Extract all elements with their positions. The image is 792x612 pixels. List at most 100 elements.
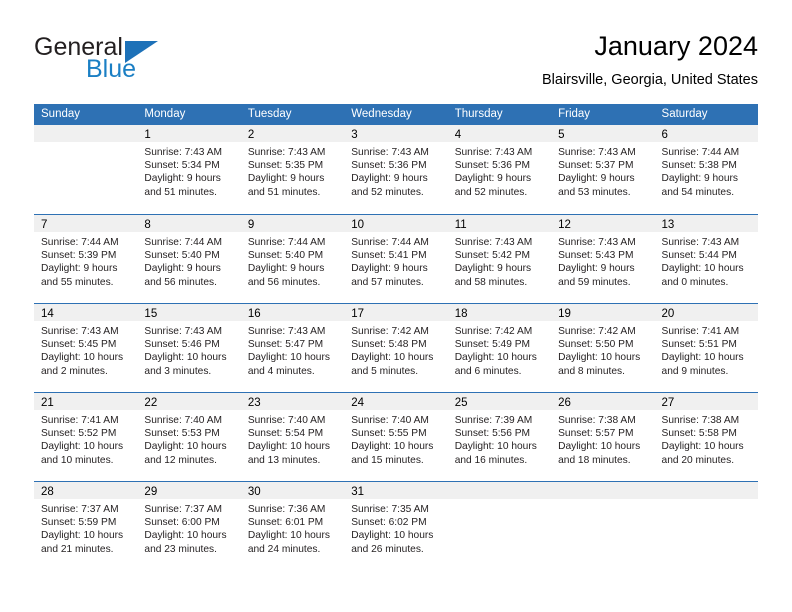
day-number: 20: [661, 308, 675, 320]
day-number: 8: [144, 219, 151, 231]
day-cell[interactable]: 28 Sunrise: 7:37 AM Sunset: 5:59 PM Dayligh…: [34, 482, 138, 569]
daylight-text-line1: Daylight: 9 hours: [454, 173, 532, 185]
weekday-header-tuesday: Tuesday: [247, 108, 292, 120]
weekday-header-wednesday: Wednesday: [351, 108, 412, 120]
day-cell[interactable]: 10 Sunrise: 7:44 AM Sunset: 5:41 PM Dayligh…: [344, 215, 448, 303]
day-details: Sunrise: 7:43 AM Sunset: 5:37 PM Daylight:…: [551, 142, 654, 199]
day-cell[interactable]: 15 Sunrise: 7:43 AM Sunset: 5:46 PM Dayligh…: [137, 304, 241, 392]
day-cell[interactable]: 7 Sunrise: 7:44 AM Sunset: 5:39 PM Daylight…: [34, 215, 138, 303]
daylight-text-line1: Daylight: 9 hours: [351, 263, 428, 275]
daylight-text-line2: and 18 minutes.: [558, 454, 631, 466]
sunset-text: Sunset: 5:59 PM: [41, 517, 117, 529]
day-cell[interactable]: 11 Sunrise: 7:43 AM Sunset: 5:42 PM Dayligh…: [447, 215, 552, 303]
brand-logo[interactable]: General Blue: [34, 34, 294, 86]
daylight-text-line2: and 5 minutes.: [351, 365, 419, 377]
sunrise-text: Sunrise: 7:43 AM: [558, 147, 636, 158]
sunset-text: Sunset: 6:00 PM: [144, 517, 220, 529]
day-cell[interactable]: 5 Sunrise: 7:43 AM Sunset: 5:37 PM Daylight…: [551, 125, 655, 214]
daylight-text-line2: and 52 minutes.: [454, 186, 528, 198]
day-cell[interactable]: 25 Sunrise: 7:39 AM Sunset: 5:56 PM Dayligh…: [447, 393, 552, 481]
day-details: Sunrise: 7:43 AM Sunset: 5:35 PM Daylight:…: [241, 142, 344, 199]
sunset-text: Sunset: 5:34 PM: [144, 160, 220, 172]
day-cell[interactable]: 9 Sunrise: 7:44 AM Sunset: 5:40 PM Daylight…: [240, 215, 345, 303]
daylight-text-line2: and 56 minutes.: [247, 276, 321, 288]
weekday-header-row: Sunday Monday Tuesday Wednesday Thursday Frid…: [34, 104, 758, 125]
day-cell[interactable]: 4 Sunrise: 7:43 AM Sunset: 5:36 PM Daylight…: [447, 125, 552, 214]
day-cell[interactable]: 23 Sunrise: 7:40 AM Sunset: 5:54 PM Dayligh…: [240, 393, 345, 481]
day-cell[interactable]: 14 Sunrise: 7:43 AM Sunset: 5:45 PM Dayligh…: [34, 304, 138, 392]
daylight-text-line2: and 26 minutes.: [351, 543, 424, 555]
day-cell[interactable]: 18 Sunrise: 7:42 AM Sunset: 5:49 PM Dayligh…: [447, 304, 552, 392]
daylight-text-line1: Daylight: 10 hours: [41, 441, 124, 453]
day-number-band: 18: [447, 304, 552, 321]
day-cell[interactable]: 24 Sunrise: 7:40 AM Sunset: 5:55 PM Dayligh…: [344, 393, 448, 481]
day-cell[interactable]: 6 Sunrise: 7:44 AM Sunset: 5:38 PM Daylight…: [654, 125, 758, 214]
day-number: 1: [144, 129, 151, 141]
day-details: Sunrise: 7:43 AM Sunset: 5:47 PM Daylight:…: [241, 321, 344, 378]
day-cell[interactable]: 13 Sunrise: 7:43 AM Sunset: 5:44 PM Dayligh…: [654, 215, 758, 303]
day-number: 26: [558, 397, 571, 409]
daylight-text-line2: and 6 minutes.: [454, 365, 522, 377]
day-cell[interactable]: 3 Sunrise: 7:43 AM Sunset: 5:36 PM Daylight…: [344, 125, 448, 214]
week-row: 21 Sunrise: 7:41 AM Sunset: 5:52 PM Dayligh…: [34, 392, 758, 481]
daylight-text-line2: and 52 minutes.: [351, 186, 424, 198]
day-number-band: 25: [447, 393, 552, 410]
day-number-band: 3: [344, 125, 448, 142]
day-number-band: 11: [447, 215, 552, 232]
day-details: Sunrise: 7:43 AM Sunset: 5:44 PM Daylight:…: [655, 232, 758, 289]
day-number-band: 17: [344, 304, 448, 321]
day-number-band: 6: [654, 125, 758, 142]
daylight-text-line2: and 59 minutes.: [558, 276, 631, 288]
day-cell[interactable]: 8 Sunrise: 7:44 AM Sunset: 5:40 PM Daylight…: [137, 215, 241, 303]
sunrise-text: Sunrise: 7:42 AM: [454, 326, 533, 337]
day-number-band: 19: [551, 304, 655, 321]
day-cell-empty: [551, 482, 655, 569]
sunrise-text: Sunrise: 7:44 AM: [247, 237, 326, 248]
daylight-text-line2: and 58 minutes.: [454, 276, 528, 288]
daylight-text-line1: Daylight: 10 hours: [661, 441, 744, 453]
day-cell-empty: [654, 482, 758, 569]
day-cell[interactable]: 21 Sunrise: 7:41 AM Sunset: 5:52 PM Dayligh…: [34, 393, 138, 481]
daylight-text-line1: Daylight: 10 hours: [247, 352, 330, 364]
day-cell[interactable]: 26 Sunrise: 7:38 AM Sunset: 5:57 PM Dayligh…: [551, 393, 655, 481]
daylight-text-line2: and 21 minutes.: [41, 543, 114, 555]
day-details: Sunrise: 7:35 AM Sunset: 6:02 PM Daylight:…: [344, 499, 447, 556]
day-cell[interactable]: 12 Sunrise: 7:43 AM Sunset: 5:43 PM Dayligh…: [551, 215, 655, 303]
day-cell[interactable]: 29 Sunrise: 7:37 AM Sunset: 6:00 PM Dayligh…: [137, 482, 241, 569]
sunrise-text: Sunrise: 7:39 AM: [454, 415, 533, 426]
weekday-header-friday: Friday: [558, 108, 591, 120]
day-cell[interactable]: 22 Sunrise: 7:40 AM Sunset: 5:53 PM Dayligh…: [137, 393, 241, 481]
day-cell[interactable]: 17 Sunrise: 7:42 AM Sunset: 5:48 PM Dayligh…: [344, 304, 448, 392]
day-cell[interactable]: 27 Sunrise: 7:38 AM Sunset: 5:58 PM Dayligh…: [654, 393, 758, 481]
day-details: Sunrise: 7:37 AM Sunset: 5:59 PM Daylight:…: [34, 499, 137, 556]
sunset-text: Sunset: 5:36 PM: [454, 160, 531, 172]
daylight-text-line2: and 8 minutes.: [558, 365, 625, 377]
day-details: Sunrise: 7:43 AM Sunset: 5:42 PM Daylight:…: [448, 232, 551, 289]
day-number-band: 22: [137, 393, 241, 410]
weekday-header-sunday: Sunday: [41, 108, 81, 120]
day-cell[interactable]: 2 Sunrise: 7:43 AM Sunset: 5:35 PM Daylight…: [240, 125, 345, 214]
day-number-band: [551, 482, 655, 499]
sunset-text: Sunset: 5:58 PM: [661, 428, 737, 440]
day-cell[interactable]: 19 Sunrise: 7:42 AM Sunset: 5:50 PM Dayligh…: [551, 304, 655, 392]
day-number-band: 5: [551, 125, 655, 142]
sunset-text: Sunset: 5:41 PM: [351, 250, 427, 262]
sunrise-text: Sunrise: 7:43 AM: [351, 147, 429, 158]
daylight-text-line2: and 23 minutes.: [144, 543, 217, 555]
sunset-text: Sunset: 5:40 PM: [247, 250, 324, 262]
day-cell[interactable]: 20 Sunrise: 7:41 AM Sunset: 5:51 PM Dayligh…: [654, 304, 758, 392]
daylight-text-line1: Daylight: 10 hours: [454, 441, 537, 453]
sunrise-text: Sunrise: 7:43 AM: [558, 237, 636, 248]
sunset-text: Sunset: 5:47 PM: [247, 339, 324, 351]
day-number-band: 30: [240, 482, 345, 499]
daylight-text-line1: Daylight: 9 hours: [558, 173, 635, 185]
day-number: 12: [558, 219, 571, 231]
sunrise-text: Sunrise: 7:40 AM: [351, 415, 429, 426]
day-number: 29: [144, 486, 158, 498]
week-row: 28 Sunrise: 7:37 AM Sunset: 5:59 PM Dayligh…: [34, 481, 758, 570]
day-cell[interactable]: 16 Sunrise: 7:43 AM Sunset: 5:47 PM Dayligh…: [240, 304, 345, 392]
day-cell[interactable]: 31 Sunrise: 7:35 AM Sunset: 6:02 PM Dayligh…: [344, 482, 448, 569]
day-details: Sunrise: 7:40 AM Sunset: 5:55 PM Daylight:…: [344, 410, 447, 467]
day-cell[interactable]: 1 Sunrise: 7:43 AM Sunset: 5:34 PM Daylight…: [137, 125, 241, 214]
day-cell[interactable]: 30 Sunrise: 7:36 AM Sunset: 6:01 PM Dayligh…: [240, 482, 345, 569]
